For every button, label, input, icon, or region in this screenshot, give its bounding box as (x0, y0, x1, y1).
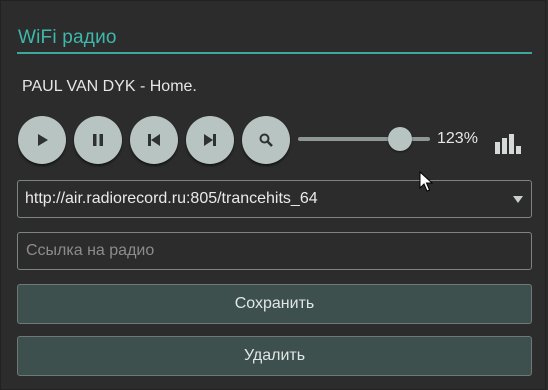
station-select[interactable]: http://air.radiorecord.ru:805/trancehits… (17, 180, 532, 218)
mouse-cursor-icon (419, 170, 434, 198)
pause-icon (90, 132, 106, 148)
save-button[interactable]: Сохранить (17, 284, 532, 324)
station-select-value: http://air.radiorecord.ru:805/trancehits… (25, 190, 318, 207)
volume-slider-handle[interactable] (387, 127, 412, 151)
delete-button[interactable]: Удалить (17, 336, 532, 376)
radio-url-input[interactable] (17, 232, 532, 270)
previous-button[interactable] (130, 116, 178, 164)
play-button[interactable] (18, 116, 66, 164)
chevron-down-icon (513, 196, 523, 203)
play-icon (34, 132, 50, 148)
signal-bars-icon (494, 132, 524, 159)
search-icon (258, 132, 274, 148)
next-button[interactable] (186, 116, 234, 164)
skip-previous-icon (146, 132, 162, 148)
page-title: WiFi радио (18, 27, 117, 48)
pause-button[interactable] (74, 116, 122, 164)
now-playing-track: PAUL VAN DYK - Home. (22, 78, 197, 95)
search-button[interactable] (242, 116, 290, 164)
wifi-radio-panel: WiFi радио PAUL VAN DYK - Home. 123% htt… (0, 0, 546, 390)
skip-next-icon (202, 132, 218, 148)
title-divider (17, 52, 532, 54)
volume-percent: 123% (437, 130, 478, 147)
